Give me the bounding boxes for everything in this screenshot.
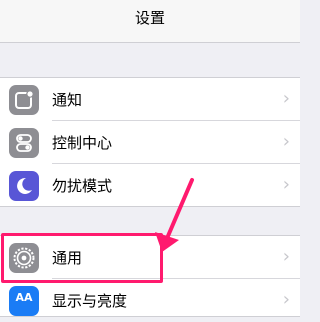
annotation-arrow [155, 178, 194, 252]
